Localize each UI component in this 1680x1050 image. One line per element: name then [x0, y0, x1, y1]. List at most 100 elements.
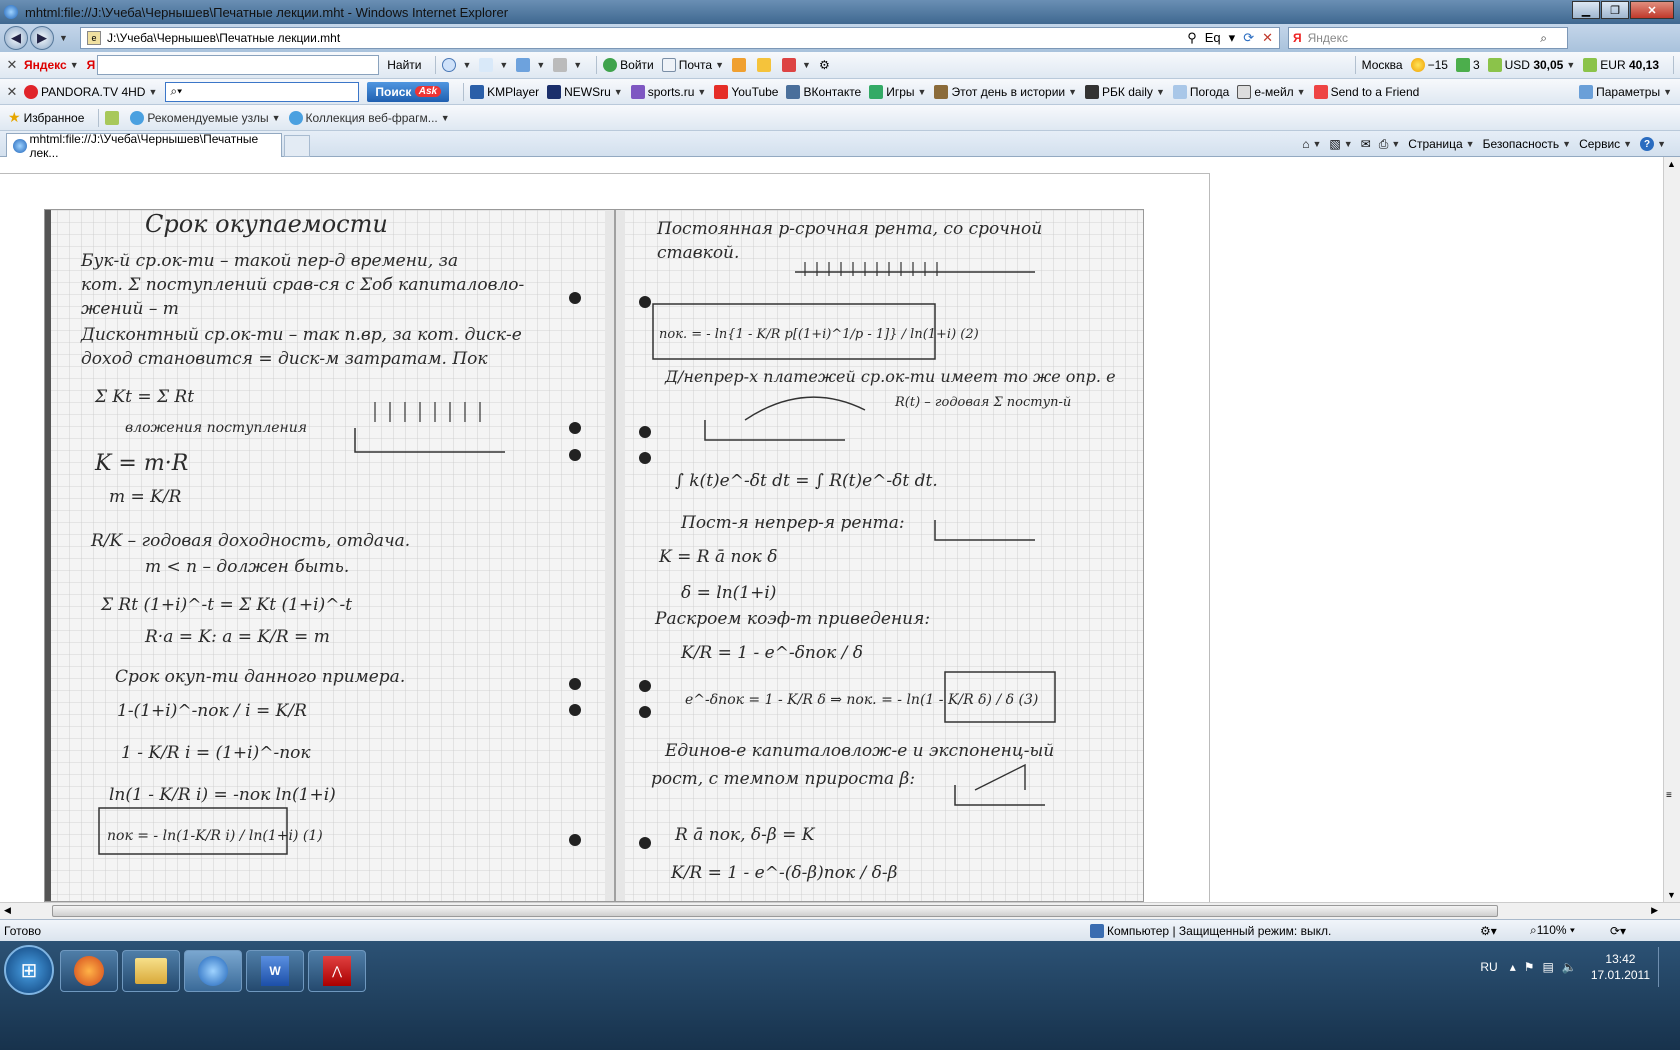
- link-rbk[interactable]: РБК daily ▼: [1085, 84, 1165, 99]
- link-youtube[interactable]: YouTube: [714, 84, 778, 99]
- clock[interactable]: 13:42 17.01.2011: [1591, 951, 1650, 983]
- link-sports[interactable]: sports.ru ▼: [630, 84, 706, 99]
- login-button[interactable]: Войти: [603, 58, 654, 72]
- link-kmplayer[interactable]: KMPlayer: [470, 84, 539, 99]
- volume-icon[interactable]: 🔈: [1562, 960, 1577, 974]
- address-dropdown-icon[interactable]: ▾: [1229, 30, 1236, 46]
- status-text: Готово: [4, 923, 42, 938]
- close-pandora-icon[interactable]: ✕: [0, 84, 24, 100]
- translate-icon[interactable]: ▼: [553, 58, 582, 72]
- link-games[interactable]: Игры ▼: [869, 84, 926, 99]
- taskbar-ie[interactable]: [184, 950, 242, 992]
- read-mail-icon[interactable]: ✉: [1361, 137, 1371, 151]
- search-field[interactable]: Я Яндекс ⌕: [1288, 27, 1568, 49]
- scroll-left-icon[interactable]: ◀: [4, 905, 11, 916]
- stop-icon[interactable]: ✕: [1262, 30, 1273, 46]
- eur-widget[interactable]: EUR 40,13: [1583, 58, 1659, 72]
- mail-button[interactable]: Почта ▼: [661, 58, 724, 72]
- speech-bubble-icon[interactable]: ▼: [442, 58, 471, 72]
- horizontal-scroll-thumb[interactable]: [52, 905, 1498, 917]
- home-icon[interactable]: ⌂ ▼: [1302, 137, 1321, 151]
- yandex-find-button[interactable]: Найти: [387, 58, 421, 72]
- usd-widget[interactable]: USD 30,05 ▼: [1487, 58, 1575, 72]
- address-field[interactable]: e J:\Учеба\Чернышев\Печатные лекции.mht …: [80, 27, 1280, 49]
- taskbar-explorer[interactable]: [122, 950, 180, 992]
- ie-icon: [4, 5, 18, 19]
- scroll-right-icon[interactable]: ▶: [1651, 905, 1658, 916]
- scroll-grip-icon[interactable]: ≡: [1666, 790, 1672, 801]
- link-email[interactable]: e-мейл ▼: [1237, 84, 1306, 99]
- maximize-button[interactable]: ❐: [1601, 1, 1629, 19]
- encoding-icon[interactable]: Eq: [1205, 30, 1221, 46]
- network-icon[interactable]: ▤: [1543, 960, 1554, 974]
- suggested-sites[interactable]: Рекомендуемые узлы ▼: [130, 110, 281, 125]
- page-menu[interactable]: Страница ▼: [1408, 137, 1474, 151]
- search-icon[interactable]: ⌕: [1540, 31, 1547, 46]
- spellcheck-icon[interactable]: ▼: [479, 58, 508, 72]
- link-send-friend[interactable]: Send to a Friend: [1313, 84, 1419, 99]
- tools-menu[interactable]: Сервис ▼: [1579, 137, 1632, 151]
- zone-info[interactable]: Компьютер | Защищенный режим: выкл.: [1090, 923, 1331, 938]
- address-url[interactable]: J:\Учеба\Чернышев\Печатные лекции.mht: [107, 31, 340, 45]
- bar-settings-icon[interactable]: ▼: [782, 58, 811, 72]
- yandex-search-input[interactable]: Я: [87, 55, 380, 75]
- feeds-icon[interactable]: ▧ ▼: [1329, 137, 1352, 151]
- forward-button[interactable]: ▶: [30, 26, 54, 50]
- zoom-control[interactable]: ⌕110% ▾: [1530, 923, 1575, 938]
- highlight-icon[interactable]: ▼: [516, 58, 545, 72]
- pandora-search-button[interactable]: Поиск Ask: [367, 81, 450, 102]
- tab-current[interactable]: mhtml:file://J:\Учеба\Чернышев\Печатные …: [6, 132, 282, 160]
- pandora-menu[interactable]: PANDORA.TV 4HD ▼: [24, 84, 157, 99]
- protected-mode-icon[interactable]: ⚙▾: [1480, 924, 1497, 938]
- note-left-line: Σ Kt = Σ Rt: [94, 387, 194, 407]
- taskbar-word[interactable]: W: [246, 950, 304, 992]
- weather-widget[interactable]: −15: [1410, 58, 1448, 72]
- link-vkontakte[interactable]: ВКонтакте: [786, 84, 861, 99]
- help-icon[interactable]: ? ▼: [1640, 137, 1666, 151]
- search-placeholder: Яндекс: [1307, 31, 1348, 45]
- back-button[interactable]: ◀: [4, 26, 28, 50]
- note-right-line: Раскроем коэф-т приведения:: [654, 609, 930, 629]
- tray-arrow-icon[interactable]: ▴: [1510, 960, 1516, 974]
- show-desktop-button[interactable]: [1658, 947, 1672, 987]
- link-newsru[interactable]: NEWSru ▼: [547, 84, 623, 99]
- print-icon[interactable]: ⎙ ▼: [1379, 137, 1401, 152]
- city-label[interactable]: Москва: [1362, 58, 1403, 72]
- pandora-search-input[interactable]: ⌕▾: [165, 81, 360, 102]
- minimize-button[interactable]: ▁: [1572, 1, 1600, 19]
- history-dropdown-icon[interactable]: ▼: [59, 33, 68, 43]
- note-right-line: ставкой.: [657, 243, 739, 263]
- taskbar-acrobat[interactable]: ⋀: [308, 950, 366, 992]
- scroll-up-icon[interactable]: ▲: [1667, 159, 1676, 169]
- taskbar-firefox[interactable]: [60, 950, 118, 992]
- params-button[interactable]: Параметры ▼: [1579, 84, 1672, 99]
- close-toolbar-icon[interactable]: ✕: [0, 57, 24, 73]
- gear-icon[interactable]: ⚙: [819, 58, 830, 72]
- horizontal-scrollbar[interactable]: ◀ ▶: [0, 902, 1680, 919]
- favorites-button[interactable]: ★ Избранное: [8, 109, 84, 126]
- flag-icon[interactable]: ⚑: [1524, 960, 1535, 974]
- close-window-button[interactable]: ✕: [1630, 1, 1674, 19]
- page-content: Срок окупаемости Бук-й ср.ок-ти – такой …: [0, 157, 1680, 902]
- start-button[interactable]: ⊞: [4, 945, 54, 995]
- scroll-down-icon[interactable]: ▼: [1667, 890, 1676, 900]
- refresh-status-icon[interactable]: ⟳▾: [1610, 924, 1626, 938]
- safety-menu[interactable]: Безопасность ▼: [1483, 137, 1571, 151]
- yandex-menu[interactable]: Яндекс ▼: [24, 58, 79, 72]
- add-favorites-icon[interactable]: [105, 110, 122, 125]
- star-icon[interactable]: [757, 58, 774, 72]
- link-this-day[interactable]: Этот день в истории ▼: [934, 84, 1077, 99]
- web-slice-gallery[interactable]: Коллекция веб-фрагм... ▼: [288, 110, 450, 125]
- link-weather[interactable]: Погода: [1172, 84, 1229, 99]
- vertical-scrollbar[interactable]: ▲ ≡ ▼: [1663, 157, 1680, 902]
- note-left-line: R/K – годовая доходность, отдача.: [90, 531, 410, 551]
- window-title: mhtml:file://J:\Учеба\Чернышев\Печатные …: [25, 4, 509, 20]
- language-indicator[interactable]: RU: [1480, 960, 1497, 974]
- refresh-icon[interactable]: ⟳: [1243, 30, 1254, 46]
- traffic-widget[interactable]: 3: [1455, 58, 1480, 72]
- new-tab-button[interactable]: [284, 135, 310, 157]
- bookmark-add-icon[interactable]: [732, 58, 749, 72]
- compat-view-icon[interactable]: ⚲: [1187, 30, 1197, 46]
- note-right-line: R ā пок, δ-β = K: [674, 825, 816, 845]
- ie-icon: [198, 956, 228, 986]
